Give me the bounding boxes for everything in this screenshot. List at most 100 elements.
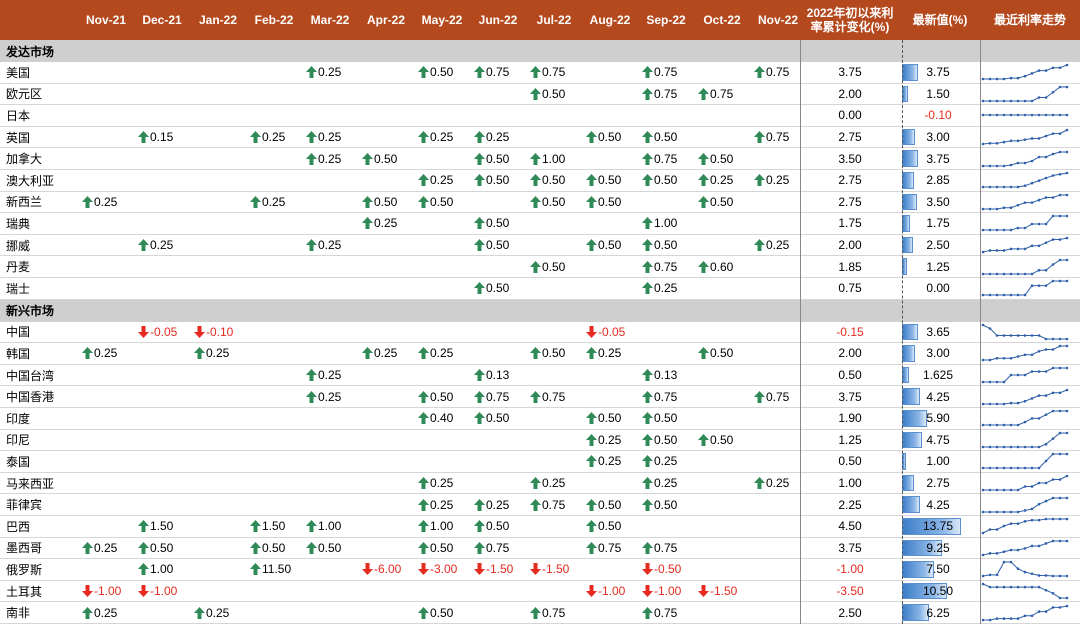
trend-point: [1044, 155, 1048, 158]
rate-hike-value: 0.25: [262, 194, 286, 209]
trend-point: [1037, 268, 1041, 272]
trend-point: [1051, 496, 1055, 499]
up-arrow-icon: [418, 498, 429, 511]
trend-point: [1065, 453, 1069, 456]
trend-point: [1023, 99, 1027, 103]
trend-point: [981, 272, 985, 275]
trend-cell: [980, 62, 1070, 83]
trend-point: [1051, 174, 1055, 178]
trend-point: [1016, 247, 1020, 251]
trend-point: [1044, 442, 1048, 446]
rate-change-cell: 0.25: [586, 451, 621, 472]
trend-point: [1016, 373, 1020, 377]
trend-point: [988, 402, 992, 405]
latest-rate-value: -0.10: [924, 108, 952, 123]
rate-change-cell: 0.75: [474, 386, 509, 407]
rate-hike-value: 0.50: [486, 519, 510, 534]
trend-point: [988, 99, 992, 103]
trend-sparkline: [981, 114, 1069, 117]
up-arrow-icon: [642, 239, 653, 252]
rate-hike-value: 0.50: [710, 194, 734, 209]
rate-hike-value: 0.25: [206, 346, 230, 361]
up-arrow-icon: [642, 152, 653, 165]
trend-point: [995, 293, 999, 297]
trend-column-divider: [980, 40, 981, 624]
up-arrow-icon: [530, 477, 541, 490]
rate-hike-value: 0.25: [710, 173, 734, 188]
trend-point: [1030, 334, 1034, 337]
up-arrow-icon: [306, 152, 317, 165]
latest-rate-value: 13.75: [922, 519, 954, 534]
up-arrow-icon: [474, 369, 485, 382]
rate-hike-value: 0.50: [542, 173, 566, 188]
trend-point: [1044, 413, 1048, 417]
trend-point: [1009, 334, 1013, 337]
up-arrow-icon: [474, 131, 485, 144]
trend-point: [1058, 114, 1062, 117]
rate-change-cell: 0.50: [586, 516, 621, 537]
trend-point: [1037, 334, 1041, 337]
rate-change-cell: 0.50: [362, 148, 397, 169]
table-row: 澳大利亚 0.25 0.50 0.50 0.50 0.50 0.25 0.25 2.75 2.85: [0, 170, 1080, 192]
rate-hike-value: 0.75: [654, 605, 678, 620]
trend-sparkline: [981, 409, 1069, 427]
trend-sparkline: [981, 366, 1069, 384]
trend-point: [1037, 69, 1041, 73]
rate-change-cell: 0.50: [642, 235, 677, 256]
rate-change-cell: -1.50: [530, 559, 569, 580]
trend-point: [1009, 77, 1013, 80]
table-row: 中国香港 0.25 0.50 0.75 0.75 0.75 0.75 3.75 4.25: [0, 386, 1080, 408]
rate-hike-value: 0.25: [94, 346, 118, 361]
up-arrow-icon: [362, 195, 373, 208]
down-arrow-icon: [586, 585, 597, 598]
trend-point: [981, 380, 985, 384]
trend-point: [1016, 548, 1020, 552]
trend-sparkline: [981, 193, 1069, 211]
trend-point: [1030, 417, 1034, 420]
ytd-change-value: 3.50: [838, 151, 862, 166]
rate-hike-value: 0.25: [598, 432, 622, 447]
trend-point: [1058, 431, 1062, 435]
trend-point: [1023, 373, 1027, 377]
up-arrow-icon: [474, 498, 485, 511]
trend-point: [1051, 215, 1055, 218]
trend-point: [1058, 66, 1062, 70]
rate-change-cell: 0.50: [306, 538, 341, 559]
trend-point: [1016, 401, 1020, 405]
table-row: 印尼 0.25 0.50 0.50 1.25 4.75: [0, 430, 1080, 452]
trend-point: [1009, 548, 1013, 552]
rate-change-cell: 0.25: [82, 538, 117, 559]
trend-sparkline: [981, 496, 1069, 513]
latest-rate-cell: 6.25: [902, 602, 978, 623]
trend-point: [1051, 517, 1055, 521]
up-arrow-icon: [418, 174, 429, 187]
rate-change-cell: 1.00: [530, 148, 565, 169]
trend-point: [981, 293, 985, 297]
trend-point: [988, 272, 992, 275]
trend-point: [1030, 284, 1034, 288]
ytd-change-value: 2.00: [838, 346, 862, 361]
up-arrow-icon: [474, 520, 485, 533]
rate-hike-value: 0.25: [318, 389, 342, 404]
rate-hike-value: 0.25: [150, 238, 174, 253]
trend-point: [1051, 575, 1055, 578]
trend-point: [1023, 247, 1027, 251]
latest-rate-value: 3.75: [926, 151, 950, 166]
header-month: Jul-22: [536, 13, 572, 27]
up-arrow-icon: [474, 152, 485, 165]
latest-rate-cell: 4.25: [902, 494, 978, 515]
rate-cut-value: -1.00: [598, 584, 626, 599]
trend-point: [1002, 357, 1006, 361]
rate-change-cell: 0.25: [306, 386, 341, 407]
trend-point: [981, 582, 985, 586]
trend-point: [1065, 604, 1069, 607]
down-arrow-icon: [698, 585, 709, 598]
trend-line: [983, 453, 1067, 469]
trend-point: [1023, 585, 1027, 589]
trend-point: [981, 323, 985, 327]
trend-point: [1051, 196, 1055, 199]
rate-hike-value: 0.25: [486, 497, 510, 512]
trend-point: [995, 142, 999, 145]
rate-change-cell: 0.25: [642, 451, 677, 472]
trend-sparkline: [981, 582, 1069, 600]
